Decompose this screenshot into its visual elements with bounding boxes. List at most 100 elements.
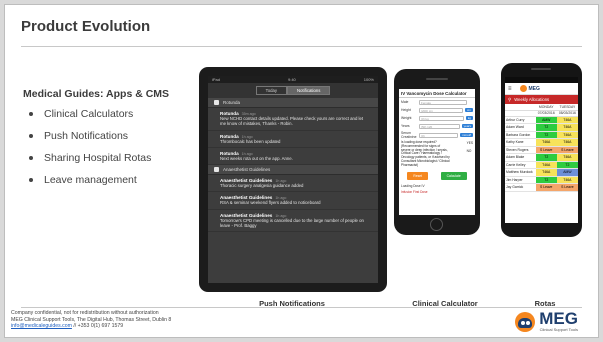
question-text: Is loading dose required? (Recommended f… xyxy=(401,140,450,167)
shift-cell: T46A xyxy=(556,138,578,147)
calculator-fields: Male Female Height (200) cm cm Weight (0) kg kg… xyxy=(399,98,475,140)
unit-toggle[interactable]: kg xyxy=(465,116,473,120)
search-icon[interactable]: ⚲ xyxy=(508,97,511,103)
table-row[interactable]: Carrie Kelley T46A T2 xyxy=(505,161,578,169)
menu-icon[interactable]: ≡ xyxy=(508,86,512,92)
shift-cell: S Leave xyxy=(556,146,578,154)
calculator-buttons: Reset Calculate xyxy=(399,169,475,183)
table-row[interactable]: Adam Blake T2 T46A xyxy=(505,153,578,162)
shift-cell: T2 xyxy=(535,131,557,139)
feature-list: Clinical Calculators Push Notifications … xyxy=(29,103,151,191)
tablet-screen: iPad 9:40 100% Today Notifications Rotun… xyxy=(208,76,378,283)
shift-cell: T46A xyxy=(535,161,557,169)
notification-body: New NCHD contact details updated. Please… xyxy=(220,116,364,127)
staff-name: Kathy Kane xyxy=(505,138,536,147)
notification-item[interactable]: Rotunda 1h ago Next weeks rota out on the … xyxy=(208,148,378,166)
unit-toggle[interactable]: cm xyxy=(465,108,473,112)
table-row[interactable]: Matthew Murdock T46A AMW xyxy=(505,168,578,177)
footer-confidential: Company confidential, not for redistribu… xyxy=(11,310,159,316)
staff-name: Matthew Murdock xyxy=(505,168,536,177)
field-label: Male xyxy=(401,100,409,104)
notification-group-label: Rotunda xyxy=(223,100,241,105)
notification-center-tabs: Today Notifications xyxy=(208,83,378,98)
notification-body: Tomorrow's CPD meeting is cancelled due … xyxy=(220,217,364,229)
app-name: MEG xyxy=(528,85,540,92)
table-row[interactable]: Kathy Kane T46A T46A xyxy=(505,138,578,147)
table-row[interactable]: Barbara Gordon T2 T46A xyxy=(505,131,578,139)
footer-address: MEG Clinical Support Tools, The Digital … xyxy=(11,316,172,323)
notification-item[interactable]: Anaesthetist Guidelines 1h ago Thoracic su… xyxy=(208,175,378,193)
email-link[interactable]: info@medicaleguides.com xyxy=(11,323,72,329)
logo-tagline: Clinical Support Tools xyxy=(539,327,578,332)
shift-cell: T46A xyxy=(535,168,557,177)
staff-name: Jay Garrick xyxy=(505,183,536,192)
calculator-field-row: Weight (0) kg kg xyxy=(399,114,475,122)
loading-dose-question: Is loading dose required? (Recommended f… xyxy=(399,140,475,169)
app-icon xyxy=(214,167,219,173)
list-item: Sharing Hospital Rotas xyxy=(29,147,151,169)
table-row[interactable]: Jim Harper T2 T46A xyxy=(505,176,578,184)
notification-group-header[interactable]: Rotunda xyxy=(208,98,378,108)
notification-body: Thrombocalc has been updated xyxy=(220,138,281,144)
question-options: YES NO xyxy=(467,141,473,168)
tab-today[interactable]: Today xyxy=(255,86,288,95)
header-label: Weekly Allocations xyxy=(514,97,550,102)
shift-cell: T46A xyxy=(556,131,578,139)
table-row[interactable]: Adam Ward T2 T46A xyxy=(505,123,578,132)
unit-toggle[interactable]: mmol/l xyxy=(460,133,473,137)
slide: Product Evolution Medical Guides: Apps &… xyxy=(4,4,599,338)
notification-body: Thoracic surgery analgesia guidance adde… xyxy=(220,183,304,189)
field-input[interactable]: (0) xyxy=(419,132,459,138)
field-input[interactable]: (0) kg xyxy=(419,115,464,121)
app-icon xyxy=(214,100,219,105)
calculate-button[interactable]: Calculate xyxy=(440,171,467,180)
shift-cell: S Leave xyxy=(535,183,557,192)
tab-notifications[interactable]: Notifications xyxy=(287,86,331,95)
list-item: Push Notifications xyxy=(29,125,151,147)
shift-cell: T2 xyxy=(535,123,557,132)
list-item-label: Sharing Hospital Rotas xyxy=(44,152,152,164)
footer: Company confidential, not for redistribu… xyxy=(11,310,171,330)
meg-logo: MEG Clinical Support Tools xyxy=(515,310,578,332)
phone-rota-screenshot: ≡ MEG ⚲ Weekly Allocations MONDAY TUESDA… xyxy=(501,63,582,237)
field-input[interactable]: Female xyxy=(419,99,467,105)
staff-name: Barbara Gordon xyxy=(505,131,536,139)
staff-name: Jim Harper xyxy=(505,176,536,184)
notification-time: 1h ago xyxy=(241,134,253,139)
table-row[interactable]: Jay Garrick S Leave S Leave xyxy=(505,183,578,192)
status-device: iPad xyxy=(212,77,221,82)
calculator-field-row: Height (200) cm cm xyxy=(399,106,475,114)
table-row[interactable]: Steven Rogers S Leave S Leave xyxy=(505,146,578,154)
field-label: Years xyxy=(401,124,410,128)
calculator-screen: IV Vancomycin Dose Calculator Male Female… xyxy=(399,89,475,215)
page-title: Product Evolution xyxy=(21,18,151,35)
staff-name: Adam Blake xyxy=(505,153,536,162)
unit-toggle[interactable]: years xyxy=(461,124,473,128)
shift-cell: S Leave xyxy=(535,146,557,154)
section-subtitle: Medical Guides: Apps & CMS xyxy=(23,88,170,100)
no-option[interactable]: NO xyxy=(467,149,473,153)
notification-item[interactable]: Anaesthetist Guidelines 1h ago RSA & semin… xyxy=(208,192,378,210)
status-battery: 100% xyxy=(363,77,374,82)
shift-cell: T46A xyxy=(556,153,578,162)
field-input[interactable]: (50) 120 xyxy=(419,123,460,129)
shift-cell: AMW xyxy=(556,168,578,177)
bullet-icon xyxy=(29,134,33,139)
calculator-field-row: Male Female xyxy=(399,98,475,106)
notification-item[interactable]: Rotunda 1h ago Thrombocalc has been update… xyxy=(208,131,378,148)
notification-group-header[interactable]: Anaesthetist Guidelines xyxy=(208,165,378,176)
yes-option[interactable]: YES xyxy=(467,141,473,145)
list-item-label: Push Notifications xyxy=(44,130,129,142)
field-input[interactable]: (200) cm xyxy=(419,107,463,113)
notification-item[interactable]: Anaesthetist Guidelines 1h ago Tomorrow's … xyxy=(208,210,378,233)
notification-body: RSA & seminar weekend flyers added to no… xyxy=(220,200,321,206)
list-item-label: Leave management xyxy=(44,174,137,186)
notification-item[interactable]: Rotunda 35m ago New NCHD contact details u… xyxy=(208,108,378,131)
reset-button[interactable]: Reset xyxy=(407,171,429,180)
status-bar: iPad 9:40 100% xyxy=(208,76,378,83)
staff-name: Steven Rogers xyxy=(505,146,536,154)
table-row[interactable]: Arthur Curry AMW T46A xyxy=(505,116,578,124)
speaker xyxy=(426,78,448,80)
weekly-allocations-header: ⚲ Weekly Allocations xyxy=(505,95,578,104)
tablet-screenshot: iPad 9:40 100% Today Notifications Rotun… xyxy=(199,67,387,292)
